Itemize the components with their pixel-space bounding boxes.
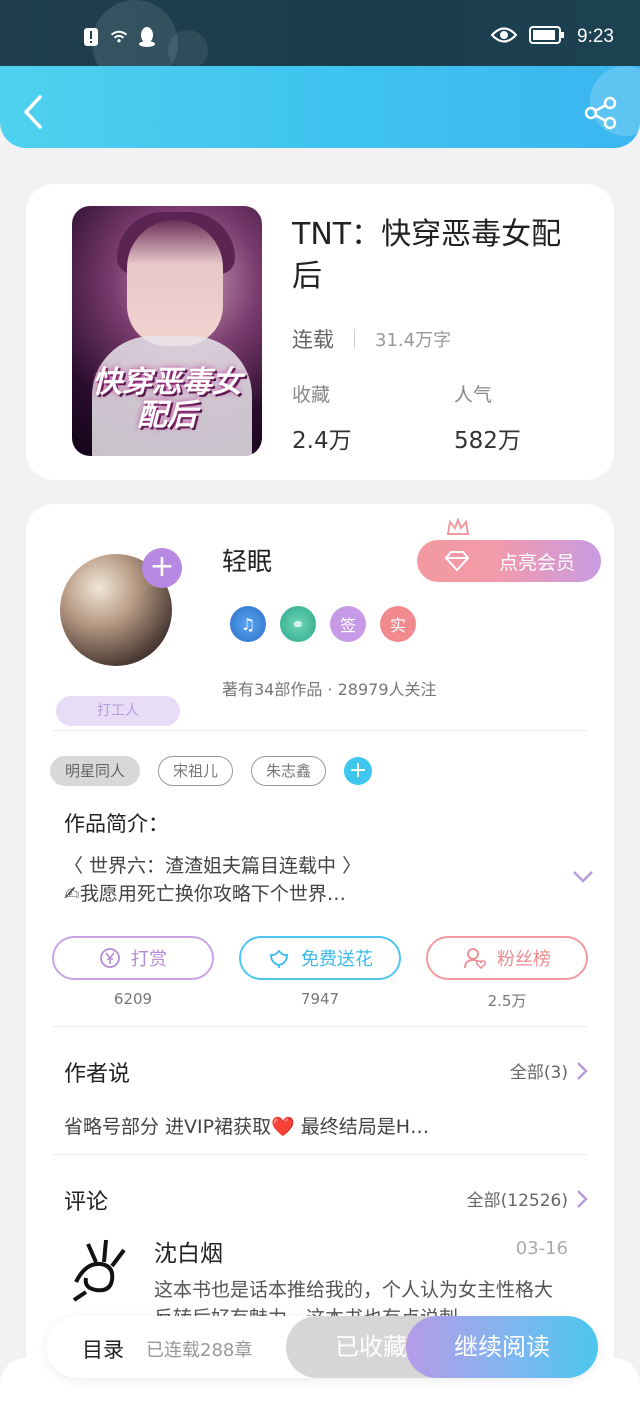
toc-button[interactable]: 目录 [82,1334,124,1364]
book-cover[interactable]: 快穿恶毒女配后 [72,206,262,456]
popularity-label: 人气 [454,384,493,406]
author-name[interactable]: 轻眠 [222,542,272,578]
follow-author-button[interactable]: + [142,548,182,588]
battery-icon [529,26,565,48]
tag-item[interactable]: 宋祖儿 [158,756,234,786]
comment-date: 03-16 [515,1238,568,1259]
comments-more-label: 全部(12526) [466,1191,568,1211]
tag-list: 明星同人 宋祖儿 朱志鑫 + [50,756,373,786]
decorative-bubble [168,30,208,70]
status-left-icons [82,26,156,48]
book-title: TNT：快穿恶毒女配后 [292,217,562,294]
diamond-icon [444,551,470,572]
tag-item[interactable]: 明星同人 [50,756,141,786]
qq-penguin-icon [138,26,156,48]
divider [52,1154,588,1155]
collect-label: 收藏 [292,384,331,406]
popularity-stat: 人气 582万 [454,380,521,455]
reward-button[interactable]: 打赏 [52,936,214,980]
status-bar: 9:23 [0,0,640,86]
comments-more-link[interactable]: 全部(12526) [467,1186,588,1211]
music-medal-icon[interactable]: ♫ [230,606,266,642]
author-says-text[interactable]: 省略号部分 进VIP裙获取❤️ 最终结局是H… [64,1112,429,1139]
author-says-more-link[interactable]: 全部(3) [510,1058,588,1083]
commenter-avatar[interactable] [66,1232,136,1302]
crown-icon [446,518,470,535]
flower-count: 7947 [300,990,340,1008]
intro-title: 作品简介： [64,812,169,836]
reward-count: 6209 [113,990,153,1008]
author-stats: 著有34部作品 · 28979人关注 [222,680,437,699]
book-word-count: 31.4万字 [375,330,452,351]
author-says-more-label: 全部(3) [509,1063,568,1083]
chevron-right-icon [577,1189,588,1208]
back-button[interactable] [20,94,50,130]
flower-icon [270,949,288,968]
fans-label: 粉丝榜 [497,949,551,970]
signed-medal-icon[interactable]: 签 [330,606,366,642]
author-says-title: 作者说 [64,1062,131,1087]
intro-line: ✍我愿用死亡换你攻略下个世界… [64,883,346,905]
tag-item[interactable]: 朱志鑫 [251,756,327,786]
verified-medal-icon[interactable]: 实 [380,606,416,642]
eye-icon [490,26,518,48]
flower-label: 免费送花 [301,949,373,970]
share-icon [584,96,617,130]
free-flower-button[interactable]: 免费送花 [239,936,401,980]
divider [52,1026,588,1027]
popularity-value: 582万 [454,428,521,454]
author-detail-card: + 打工人 轻眠 点亮会员 ♫ ⚭ 签 实 著有34部作品 · 28979人关注… [26,504,614,1422]
intro-line: 〈 世界六：渣渣姐夫篇目连载中 〉 [64,855,362,877]
chapter-count: 已连载288章 [146,1340,253,1361]
book-status: 连载 [292,328,334,352]
wifi-icon [110,26,128,48]
reward-label: 打赏 [131,949,167,970]
status-time: 9:23 [577,26,614,47]
fan-user-icon [464,948,486,969]
vip-button-label: 点亮会员 [498,551,575,574]
continue-reading-button[interactable]: 继续阅读 [406,1316,598,1378]
chevron-left-icon [24,95,42,129]
collect-value: 2.4万 [292,428,352,454]
author-badge: 打工人 [56,696,180,726]
author-medals: ♫ ⚭ 签 实 [230,606,416,642]
handshake-medal-icon[interactable]: ⚭ [280,606,316,642]
book-info-card: 快穿恶毒女配后 TNT：快穿恶毒女配后 连载 31.4万字 收藏 2.4万 人气… [26,184,614,480]
chevron-right-icon [577,1061,588,1080]
collect-stat: 收藏 2.4万 [292,380,352,455]
add-tag-button[interactable]: + [344,757,373,785]
divider [354,329,355,349]
intro-text[interactable]: 〈 世界六：渣渣姐夫篇目连载中 〉 ✍我愿用死亡换你攻略下个世界… [64,852,564,908]
cover-art [127,220,223,346]
fans-count: 2.5万 [487,992,527,1010]
comments-title: 评论 [64,1190,109,1215]
chevron-down-icon[interactable] [572,870,594,884]
divider [52,730,588,731]
cover-title: 快穿恶毒女配后 [92,365,242,433]
top-header [0,66,640,148]
alert-icon [82,26,100,48]
fans-rank-button[interactable]: 粉丝榜 [426,936,588,980]
vip-button[interactable]: 点亮会员 [417,540,601,582]
commenter-name[interactable]: 沈白烟 [154,1234,223,1268]
share-button[interactable] [584,96,618,130]
book-meta: 连载 31.4万字 [292,324,451,354]
bottom-action-bar: 目录 已连载288章 已收藏 继续阅读 [46,1316,598,1378]
status-right-icons: 9:23 [490,26,614,48]
yen-coin-icon [100,948,120,968]
